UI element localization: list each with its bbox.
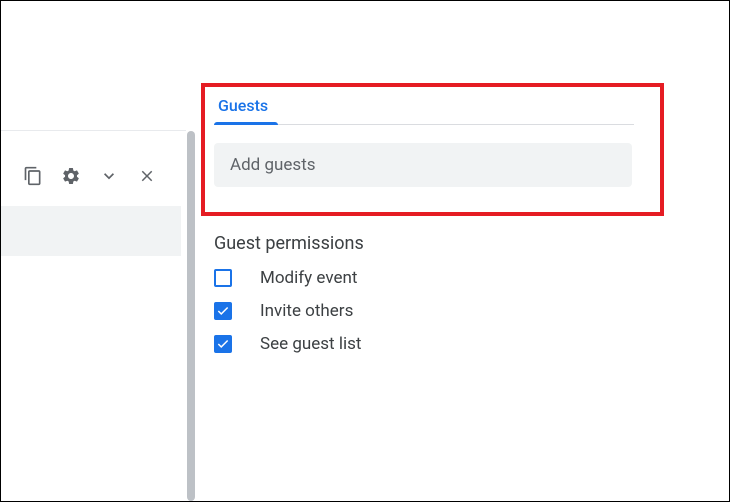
- gear-icon[interactable]: [59, 164, 83, 188]
- permission-label: Invite others: [260, 301, 353, 321]
- copy-icon[interactable]: [21, 164, 45, 188]
- permission-label: Modify event: [260, 268, 357, 288]
- add-guests-input[interactable]: [214, 143, 632, 187]
- permission-label: See guest list: [260, 334, 361, 354]
- checkbox-invite-others[interactable]: [214, 302, 232, 320]
- close-icon[interactable]: [135, 164, 159, 188]
- toolbar-icon-row: [1, 154, 186, 206]
- tab-header: Guests: [214, 87, 654, 125]
- left-grey-block: [1, 206, 181, 256]
- vertical-scrollbar[interactable]: [187, 131, 195, 501]
- tab-active-indicator: [214, 122, 278, 125]
- divider-line: [1, 130, 186, 131]
- chevron-down-icon[interactable]: [97, 164, 121, 188]
- checkbox-modify-event[interactable]: [214, 269, 232, 287]
- permission-row-seelist: See guest list: [214, 334, 654, 354]
- permission-row-invite: Invite others: [214, 301, 654, 321]
- guest-permissions-section: Guest permissions Modify event Invite ot…: [214, 233, 654, 354]
- permission-row-modify: Modify event: [214, 268, 654, 288]
- checkbox-see-guest-list[interactable]: [214, 335, 232, 353]
- tab-guests[interactable]: Guests: [214, 90, 272, 125]
- guests-panel: Guests Guest permissions Modify event In…: [214, 87, 654, 367]
- left-toolbar-panel: [1, 154, 186, 256]
- permissions-title: Guest permissions: [214, 233, 654, 254]
